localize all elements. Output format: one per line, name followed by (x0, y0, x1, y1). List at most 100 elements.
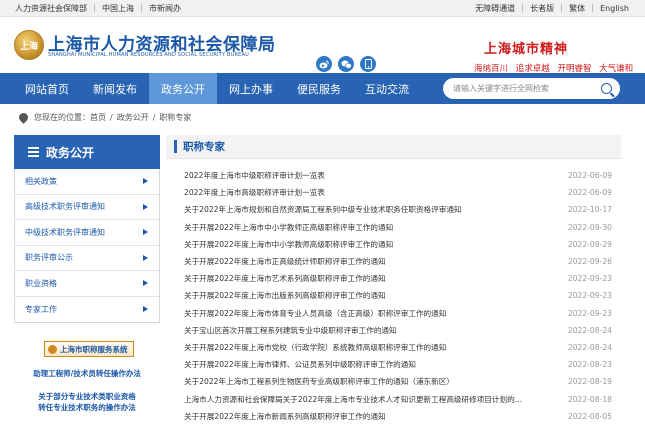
article-date: 2022-08-23 (567, 360, 612, 370)
top-right-links: 无障碍通道 长者版 繁体 English (475, 3, 629, 14)
article-link[interactable]: 关于开展2022年度上海市出版系列高级职称评审工作的通知 (184, 290, 386, 301)
article-link[interactable]: 关于开展2022年度上海市正高级统计师职称评审工作的通知 (184, 256, 386, 267)
breadcrumb-home[interactable]: 首页 (90, 112, 106, 123)
article-link[interactable]: 上海市人力资源和社会保障局关于2022年度上海市专业技术人才知识更新工程高级研修… (184, 394, 524, 405)
location-pin-icon (17, 110, 30, 124)
sidebar-title-text: 政务公开 (46, 145, 95, 160)
breadcrumb: 您现在的位置： 首页 / 政务公开 / 职称专家 (17, 110, 191, 124)
article-date: 2022-09-23 (567, 274, 612, 284)
list-item: 关于开展2022年度上海市艺术系列高级职称评审工作的通知 2022-09-23 (184, 270, 612, 287)
list-item: 关于开展2022年度上海市新闻系列高级职称评审工作的通知 2022-08-05 (184, 408, 612, 425)
list-item: 关于宝山区首次开展工程系列建筑专业中级职称评审工作的通知 2022-08-24 (184, 322, 612, 339)
list-item: 关于开展2022年上海市中小学教师正高级职称评审工作的通知 2022-09-30 (184, 219, 612, 236)
search-input[interactable] (453, 84, 601, 93)
content-title: 职称专家 (183, 141, 225, 153)
article-link[interactable]: 关于开展2022年度上海市艺术系列高级职称评审工作的通知 (184, 273, 386, 284)
divider (94, 4, 95, 12)
content-header: 职称专家 (166, 135, 621, 159)
sidebar-item-qualifications[interactable]: 职业资格 (15, 271, 159, 297)
article-date: 2022-09-23 (567, 308, 612, 318)
social-links (316, 56, 376, 72)
article-link[interactable]: 关于开展2022年度上海市体育专业人员高级（含正高级）职称评审工作的通知 (184, 308, 446, 319)
wechat-icon[interactable] (338, 56, 354, 72)
divider (141, 4, 142, 12)
weibo-icon[interactable] (316, 56, 332, 72)
list-item: 上海市人力资源和社会保障局关于2022年度上海市专业技术人才知识更新工程高级研修… (184, 390, 612, 407)
sidebar-item-senior-review[interactable]: 高级技术职务评审通知 (15, 194, 159, 220)
article-date: 2022-09-23 (567, 291, 612, 301)
article-link[interactable]: 关于开展2022年上海市中小学教师正高级职称评审工作的通知 (184, 222, 393, 233)
article-date: 2022-06-09 (567, 188, 612, 198)
sidebar-link-assistant-engineer[interactable]: 助理工程师/技术员转任操作办法 (14, 368, 160, 379)
article-link[interactable]: 关于宝山区首次开展工程系列建筑专业中级职称评审工作的通知 (184, 325, 397, 336)
sidebar-item-review-public-notice[interactable]: 职务评审公示 (15, 245, 159, 271)
sidebar-link-qualification-line2[interactable]: 转任专业技术职务的操作办法 (14, 402, 160, 413)
article-link[interactable]: 2022年度上海市高级职称评审计划一览表 (184, 187, 325, 198)
link-english[interactable]: English (600, 4, 629, 13)
article-date: 2022-09-26 (567, 257, 612, 267)
banner-label: 上海市职称服务系统 (60, 344, 128, 354)
list-item: 关于开展2022年度上海市出版系列高级职称评审工作的通知 2022-09-23 (184, 287, 612, 304)
sidebar-item-intermediate-review[interactable]: 中级技术职务评审通知 (15, 220, 159, 246)
sidebar-item-expert-work[interactable]: 专家工作 (15, 296, 159, 322)
search-box (443, 78, 620, 99)
nav-item-government-affairs[interactable]: 政务公开 (149, 73, 217, 104)
arrow-right-icon (143, 280, 148, 287)
article-link[interactable]: 关于2022年上海市规划和自然资源局工程系列中级专业技术职务任职资格评审通知 (184, 204, 462, 215)
breadcrumb-separator: / (152, 112, 156, 122)
list-item: 关于开展2022年度上海市党校（行政学院）系统教师高级职称评审工作的通知 2022… (184, 339, 612, 356)
article-link[interactable]: 关于开展2022年度上海市新闻系列高级职称评审工作的通知 (184, 411, 386, 422)
article-date: 2022-06-09 (567, 171, 612, 181)
breadcrumb-current[interactable]: 职称专家 (159, 112, 191, 123)
article-link[interactable]: 关于开展2022年度上海市律师、公证员系列中级职称评审工作的通知 (184, 359, 416, 370)
sidebar-item-label: 中级技术职务评审通知 (25, 227, 105, 237)
breadcrumb-government-affairs[interactable]: 政务公开 (117, 112, 149, 123)
nav-item-public-services[interactable]: 便民服务 (285, 73, 353, 104)
link-china-shanghai[interactable]: 中国上海 (102, 3, 134, 14)
arrow-right-icon (143, 229, 148, 236)
title-accent-bar (174, 140, 177, 153)
nav-item-online-services[interactable]: 网上办事 (217, 73, 285, 104)
site-subtitle: SHANGHAI MUNICIPAL HUMAN RESOURCES AND S… (48, 52, 249, 58)
sidebar-link-qualification-line1[interactable]: 关于部分专业技术类职业资格 (14, 391, 160, 402)
sidebar-item-label: 职业资格 (25, 278, 57, 288)
emblem-icon[interactable]: 上海 (14, 30, 44, 60)
sidebar-item-label: 专家工作 (25, 304, 57, 314)
arrow-right-icon (143, 306, 148, 313)
sidebar-item-label: 高级技术职务评审通知 (25, 202, 105, 212)
site-header: 上海 上海市人力资源和社会保障局 SHANGHAI MUNICIPAL HUMA… (0, 17, 645, 74)
sidebar-title: 政务公开 (14, 135, 160, 169)
nav-item-home[interactable]: 网站首页 (13, 73, 81, 104)
link-accessibility[interactable]: 无障碍通道 (475, 3, 515, 14)
menu-icon (28, 147, 39, 157)
top-left-links: 人力资源社会保障部 中国上海 市新闻办 (15, 3, 181, 14)
article-date: 2022-10-17 (567, 205, 612, 215)
link-elderly-mode[interactable]: 长者版 (530, 3, 554, 14)
divider (592, 4, 594, 12)
arrow-right-icon (143, 203, 148, 210)
link-traditional-chinese[interactable]: 繁体 (569, 3, 585, 14)
list-item: 关于开展2022年度上海市中小学教师高级职称评审工作的通知 2022-09-29 (184, 236, 612, 253)
app-icon[interactable] (360, 56, 376, 72)
article-link[interactable]: 关于开展2022年度上海市党校（行政学院）系统教师高级职称评审工作的通知 (184, 342, 446, 353)
article-link[interactable]: 关于2022年上海市工程系列生物医药专业高级职称评审工作的通知（浦东新区） (184, 376, 454, 387)
title-service-system-banner[interactable]: 上海市职称服务系统 (44, 341, 134, 357)
sidebar-menu: 相关政策 高级技术职务评审通知 中级技术职务评审通知 职务评审公示 职业资格 专… (14, 169, 160, 323)
article-link[interactable]: 2022年度上海市中级职称评审计划一览表 (184, 170, 325, 181)
nav-item-news[interactable]: 新闻发布 (81, 73, 149, 104)
arrow-right-icon (143, 254, 148, 261)
link-news-office[interactable]: 市新闻办 (149, 3, 181, 14)
article-date: 2022-08-18 (567, 394, 612, 404)
article-date: 2022-09-30 (567, 222, 612, 232)
article-date: 2022-09-29 (567, 239, 612, 249)
list-item: 关于开展2022年度上海市体育专业人员高级（含正高级）职称评审工作的通知 2022… (184, 305, 612, 322)
article-date: 2022-08-05 (567, 411, 612, 421)
nav-item-interaction[interactable]: 互动交流 (353, 73, 421, 104)
list-item: 关于2022年上海市规划和自然资源局工程系列中级专业技术职务任职资格评审通知 20… (184, 201, 612, 218)
link-mohrss[interactable]: 人力资源社会保障部 (15, 3, 87, 14)
search-icon[interactable] (601, 83, 612, 94)
article-date: 2022-08-24 (567, 325, 612, 335)
article-date: 2022-08-24 (567, 342, 612, 352)
sidebar-item-policies[interactable]: 相关政策 (15, 169, 159, 195)
article-link[interactable]: 关于开展2022年度上海市中小学教师高级职称评审工作的通知 (184, 239, 393, 250)
